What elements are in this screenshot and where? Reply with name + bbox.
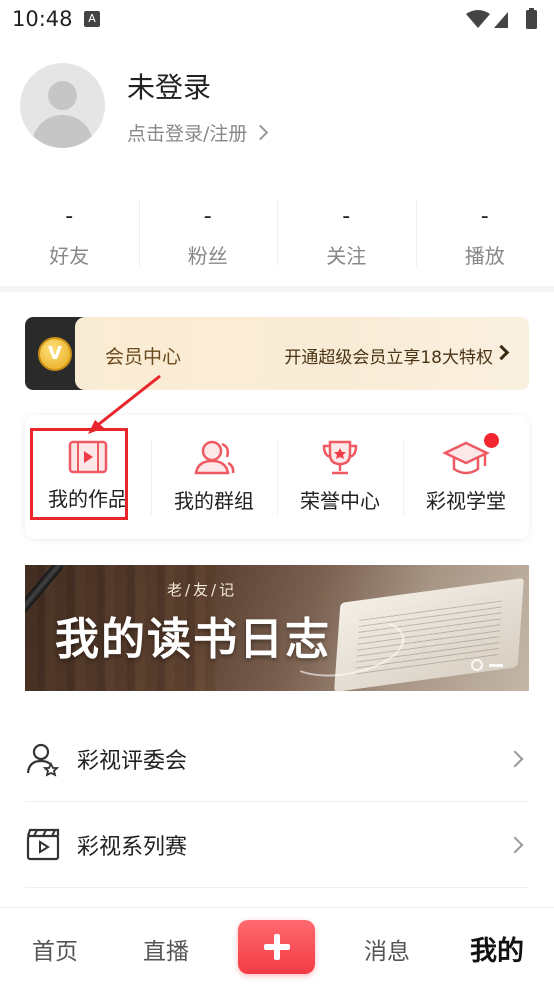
stat-fans[interactable]: - 粉丝 bbox=[138, 196, 278, 274]
nav-home[interactable]: 首页 bbox=[32, 932, 78, 966]
nav-messages[interactable]: 消息 bbox=[364, 932, 410, 966]
avatar-head-shape bbox=[48, 81, 77, 110]
login-register-label: 点击登录/注册 bbox=[127, 123, 248, 145]
vip-title: 会员中心 bbox=[105, 346, 182, 368]
banner-title: 我的读书日志 bbox=[55, 614, 331, 665]
reading-journal-banner[interactable]: 老/友/记 我的读书日志 bbox=[25, 565, 529, 691]
carousel-dot bbox=[471, 659, 483, 671]
feature-honor-center[interactable]: 荣誉中心 bbox=[277, 415, 403, 539]
notification-icon: A bbox=[84, 11, 100, 27]
stat-plays[interactable]: - 播放 bbox=[415, 196, 554, 274]
signal-battery-icons bbox=[466, 8, 537, 29]
trophy-icon bbox=[322, 440, 358, 475]
clapperboard-icon bbox=[26, 828, 60, 860]
section-divider bbox=[0, 286, 554, 292]
list-item-judge-committee[interactable]: 彩视评委会 bbox=[25, 716, 529, 802]
carousel-dot bbox=[489, 663, 503, 667]
list-item-label: 彩视评委会 bbox=[77, 748, 188, 774]
login-register-link[interactable]: 点击登录/注册 bbox=[127, 119, 269, 146]
status-time: 10:48 bbox=[12, 7, 73, 31]
status-bar: 10:48 A bbox=[0, 0, 554, 40]
avatar[interactable] bbox=[20, 63, 105, 148]
avatar-body-shape bbox=[32, 115, 93, 148]
stat-label: 粉丝 bbox=[187, 244, 228, 268]
bottom-nav: 首页 直播 消息 我的 bbox=[0, 907, 554, 985]
highlight-box bbox=[30, 428, 128, 520]
judge-user-icon bbox=[26, 743, 60, 777]
vip-promo-text: 开通超级会员立享18大特权 bbox=[284, 348, 493, 368]
stat-value: - bbox=[65, 204, 74, 229]
annotation-arrow-icon bbox=[88, 374, 161, 434]
banner-kicker: 老/友/记 bbox=[167, 581, 238, 599]
profile-name[interactable]: 未登录 bbox=[127, 66, 211, 106]
stat-label: 好友 bbox=[49, 244, 90, 268]
feature-label: 彩视学堂 bbox=[426, 489, 506, 513]
stat-label: 播放 bbox=[464, 244, 505, 268]
stat-value: - bbox=[480, 204, 489, 229]
nav-live[interactable]: 直播 bbox=[143, 932, 189, 966]
list-item-label: 彩视系列赛 bbox=[77, 834, 188, 860]
feature-caishi-academy[interactable]: 彩视学堂 bbox=[403, 415, 529, 539]
chevron-right-icon bbox=[506, 750, 524, 767]
group-icon bbox=[194, 440, 235, 475]
notification-dot bbox=[484, 433, 499, 448]
chevron-right-icon bbox=[253, 124, 269, 141]
feature-label: 荣誉中心 bbox=[300, 489, 380, 513]
graduation-cap-icon bbox=[442, 441, 490, 475]
stat-friends[interactable]: - 好友 bbox=[0, 196, 139, 274]
stat-label: 关注 bbox=[326, 244, 367, 268]
vip-badge: V bbox=[25, 317, 99, 390]
chevron-right-icon bbox=[493, 344, 510, 361]
nav-mine[interactable]: 我的 bbox=[470, 929, 524, 968]
carousel-indicator bbox=[471, 659, 503, 671]
list-item-series[interactable]: 彩视系列赛 bbox=[25, 802, 529, 888]
stat-value: - bbox=[342, 204, 351, 229]
stat-value: - bbox=[203, 204, 212, 229]
stat-following[interactable]: - 关注 bbox=[277, 196, 416, 274]
create-plus-button[interactable] bbox=[238, 920, 315, 974]
vip-coin-icon: V bbox=[38, 337, 72, 371]
stats-row: - 好友 - 粉丝 - 关注 - 播放 bbox=[0, 196, 554, 274]
chevron-right-icon bbox=[506, 836, 524, 853]
feature-label: 我的群组 bbox=[174, 489, 254, 513]
